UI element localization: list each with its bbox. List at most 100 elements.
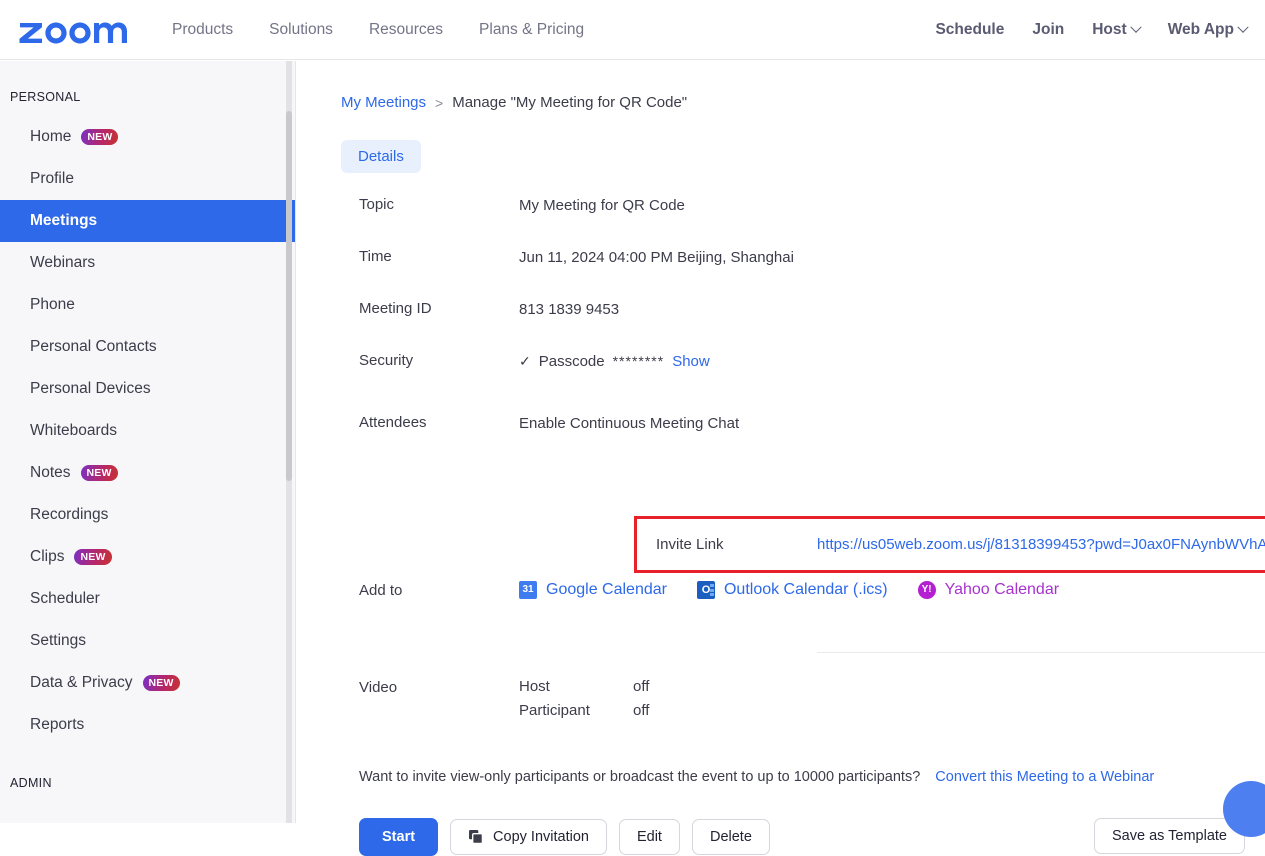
sidebar-item-label: Reports <box>30 716 85 733</box>
sidebar-item-personal-contacts[interactable]: Personal Contacts <box>0 326 295 368</box>
time-value: Jun 11, 2024 04:00 PM Beijing, Shanghai <box>519 249 794 266</box>
outlook-calendar-label: Outlook Calendar (.ics) <box>723 581 888 598</box>
sidebar-item-meetings[interactable]: Meetings <box>0 200 295 242</box>
sidebar-item-personal-devices[interactable]: Personal Devices <box>0 368 295 410</box>
sidebar-item-label: Data & Privacy <box>30 674 133 691</box>
outlook-calendar-icon: O <box>696 581 715 599</box>
sidebar-scrollbar[interactable] <box>286 61 292 823</box>
section-divider <box>817 652 1265 653</box>
google-calendar-link[interactable]: 31 Google Calendar <box>519 581 667 599</box>
sidebar-item-label: Personal Devices <box>30 380 151 397</box>
sidebar-item-label: Profile <box>30 170 74 187</box>
time-label: Time <box>359 248 392 265</box>
sidebar-item-settings[interactable]: Settings <box>0 620 295 662</box>
zoom-logo[interactable] <box>18 15 130 45</box>
invite-link-highlight-box: Invite Link https://us05web.zoom.us/j/81… <box>634 516 1265 573</box>
sidebar-item-label: Settings <box>30 632 87 649</box>
passcode-masked-value: ******** <box>612 353 665 369</box>
video-participant-value: off <box>633 702 650 719</box>
nav-item-solutions[interactable]: Solutions <box>269 21 333 39</box>
chevron-down-icon <box>1237 21 1249 33</box>
sidebar-item-recordings[interactable]: Recordings <box>0 494 295 536</box>
nav-item-join[interactable]: Join <box>1032 21 1064 39</box>
nav-item-plans-pricing[interactable]: Plans & Pricing <box>479 21 584 39</box>
sidebar-item-webinars[interactable]: Webinars <box>0 242 295 284</box>
save-as-template-button[interactable]: Save as Template <box>1094 818 1245 854</box>
sidebar-item-profile[interactable]: Profile <box>0 158 295 200</box>
detail-row-add-to-calendar: Add to 31 Google Calendar O Outlook Cale… <box>359 581 1059 599</box>
security-value: ✓ Passcode ******** Show <box>519 351 710 372</box>
show-passcode-link[interactable]: Show <box>672 351 710 372</box>
sidebar-item-notes[interactable]: Notes NEW <box>0 452 295 494</box>
detail-row-time: Time Jun 11, 2024 04:00 PM Beijing, Shan… <box>297 247 1265 299</box>
nav-item-join-label: Join <box>1032 20 1065 38</box>
attendees-value: Enable Continuous Meeting Chat <box>519 415 740 432</box>
edit-meeting-button[interactable]: Edit <box>618 819 680 855</box>
sidebar-scrollbar-thumb[interactable] <box>286 111 292 481</box>
sidebar-item-label: Phone <box>30 296 75 313</box>
breadcrumb-my-meetings-link[interactable]: My Meetings <box>341 94 426 111</box>
primary-nav-links: Products Solutions Resources Plans & Pri… <box>172 21 584 39</box>
sidebar-item-label: Scheduler <box>30 590 100 607</box>
yahoo-calendar-icon: Y! <box>917 581 936 599</box>
footer-action-buttons: Start Copy Invitation Edit Delete <box>359 818 770 856</box>
sidebar-item-phone[interactable]: Phone <box>0 284 295 326</box>
main-content: My Meetings > Manage "My Meeting for QR … <box>297 61 1265 856</box>
outlook-calendar-link[interactable]: O Outlook Calendar (.ics) <box>696 581 888 599</box>
nav-item-products[interactable]: Products <box>172 21 233 39</box>
google-calendar-icon: 31 <box>519 581 537 599</box>
invite-link-url[interactable]: https://us05web.zoom.us/j/81318399453?pw… <box>817 536 1265 553</box>
meeting-id-value: 813 1839 9453 <box>519 301 620 318</box>
video-label: Video <box>359 679 398 696</box>
passcode-label: Passcode <box>538 353 605 370</box>
sidebar-item-scheduler[interactable]: Scheduler <box>0 578 295 620</box>
video-host-key: Host <box>519 678 550 695</box>
copy-icon <box>469 830 484 845</box>
new-badge: NEW <box>80 464 118 482</box>
sidebar-item-reports[interactable]: Reports <box>0 704 295 746</box>
sidebar-item-label: Webinars <box>30 254 96 271</box>
nav-item-resources[interactable]: Resources <box>369 21 443 39</box>
yahoo-calendar-link[interactable]: Y! Yahoo Calendar <box>917 581 1059 599</box>
video-settings-table: Host off Participant off <box>519 678 649 719</box>
video-row-participant: Participant off <box>519 702 649 719</box>
tab-details[interactable]: Details <box>341 140 421 173</box>
sidebar-item-home[interactable]: Home NEW <box>0 116 295 158</box>
meeting-details-list: Topic My Meeting for QR Code Time Jun 11… <box>297 195 1265 453</box>
breadcrumb-current-page: Manage "My Meeting for QR Code" <box>452 94 688 111</box>
sidebar-section-admin: ADMIN <box>10 776 52 790</box>
topic-value: My Meeting for QR Code <box>519 197 685 214</box>
invite-link-label: Invite Link <box>656 536 724 553</box>
nav-item-host-label: Host <box>1092 20 1127 38</box>
detail-row-attendees: Attendees Enable Continuous Meeting Chat <box>297 413 1265 453</box>
convert-to-webinar-link[interactable]: Convert this Meeting to a Webinar <box>935 769 1154 785</box>
sidebar-item-clips[interactable]: Clips NEW <box>0 536 295 578</box>
nav-item-host[interactable]: Host <box>1092 20 1142 39</box>
nav-item-schedule-label: Schedule <box>935 20 1005 38</box>
copy-invitation-button[interactable]: Copy Invitation <box>450 819 607 855</box>
breadcrumb: My Meetings > Manage "My Meeting for QR … <box>341 94 687 111</box>
nav-item-web-app-label: Web App <box>1167 20 1234 38</box>
sidebar-section-personal: PERSONAL <box>10 90 81 104</box>
sidebar-item-data-privacy[interactable]: Data & Privacy NEW <box>0 662 295 704</box>
breadcrumb-separator-icon: > <box>435 94 444 111</box>
sidebar: PERSONAL Home NEW Profile Meetings Webin… <box>0 61 296 823</box>
secondary-nav-links: Schedule Join Host Web App <box>935 20 1249 39</box>
start-meeting-button[interactable]: Start <box>359 818 439 856</box>
checkmark-icon: ✓ <box>519 353 531 369</box>
nav-item-web-app[interactable]: Web App <box>1167 20 1249 39</box>
video-host-value: off <box>633 678 650 695</box>
outlook-calendar-icon-glyph: O <box>701 583 711 596</box>
webinar-note-text: Want to invite view-only participants or… <box>359 769 921 785</box>
sidebar-item-whiteboards[interactable]: Whiteboards <box>0 410 295 452</box>
delete-meeting-button[interactable]: Delete <box>691 819 770 855</box>
nav-item-schedule[interactable]: Schedule <box>935 21 1004 39</box>
detail-row-invite-link: Invite Link https://us05web.zoom.us/j/81… <box>637 519 1265 570</box>
top-navigation-bar: Products Solutions Resources Plans & Pri… <box>0 0 1265 60</box>
tab-bar: Details <box>341 140 421 173</box>
sidebar-item-label: Personal Contacts <box>30 338 157 355</box>
new-badge: NEW <box>142 674 180 692</box>
google-calendar-label: Google Calendar <box>546 581 667 598</box>
sidebar-item-label: Meetings <box>30 212 98 229</box>
sidebar-item-label: Clips <box>30 548 65 565</box>
